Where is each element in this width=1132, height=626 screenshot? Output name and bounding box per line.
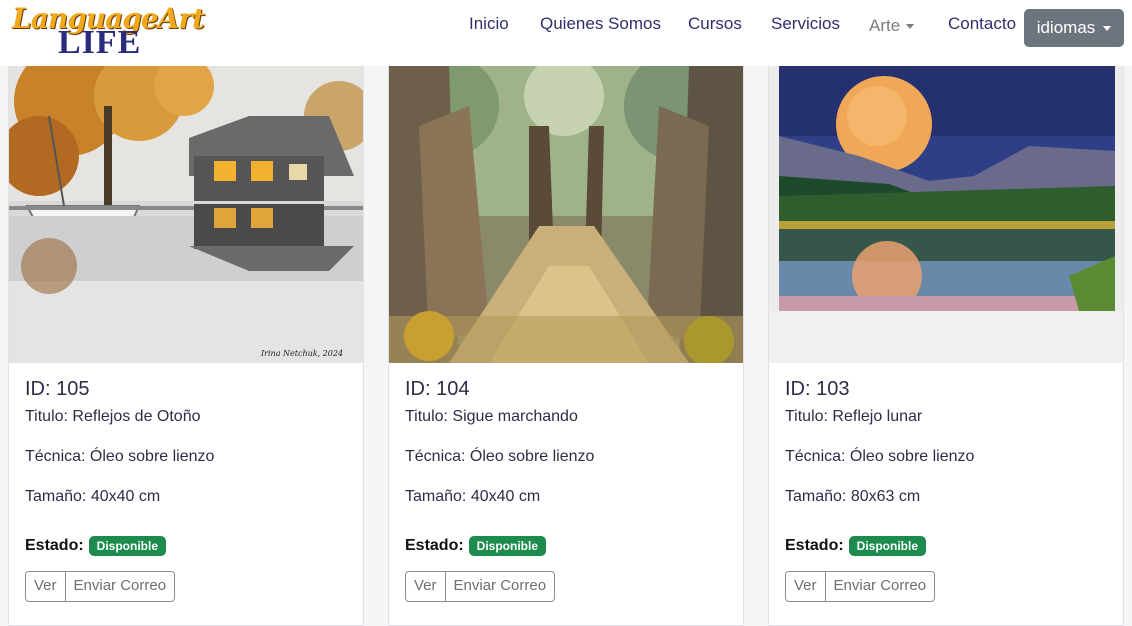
ver-button[interactable]: Ver	[405, 571, 446, 602]
card-tecnica: Técnica: Óleo sobre lienzo	[785, 448, 975, 465]
ver-button[interactable]: Ver	[25, 571, 66, 602]
brand-logo[interactable]: LanguageArt LIFE	[10, 0, 205, 61]
artwork-image-reflejos-de-otono[interactable]: Irina Netchuk, 2024	[9, 66, 363, 363]
nav-inicio[interactable]: Inicio	[469, 14, 509, 34]
enviar-correo-button[interactable]: Enviar Correo	[825, 571, 936, 602]
card-body: ID: 103 Titulo: Reflejo lunar Técnica: Ó…	[785, 376, 1111, 602]
card-body: ID: 105 Titulo: Reflejos de Otoño Técnic…	[25, 376, 351, 602]
card-id: ID: 104	[405, 378, 470, 400]
card-tecnica: Técnica: Óleo sobre lienzo	[405, 448, 595, 465]
enviar-correo-button[interactable]: Enviar Correo	[445, 571, 556, 602]
estado-label: Estado:	[405, 537, 464, 554]
card-titulo: Titulo: Sigue marchando	[405, 408, 578, 425]
card-titulo: Titulo: Reflejo lunar	[785, 408, 923, 425]
artwork-image-reflejo-lunar[interactable]	[769, 66, 1123, 363]
status-badge: Disponible	[848, 536, 927, 556]
estado-label: Estado:	[25, 537, 84, 554]
card-body: ID: 104 Titulo: Sigue marchando Técnica:…	[405, 376, 731, 602]
nav-quienes-somos[interactable]: Quienes Somos	[540, 14, 661, 34]
card-tamano: Tamaño: 40x40 cm	[25, 488, 161, 505]
card-estado: Estado: Disponible	[405, 528, 731, 564]
idiomas-label: idiomas	[1036, 18, 1096, 37]
card-estado: Estado: Disponible	[25, 528, 351, 564]
artwork-card-105: Irina Netchuk, 2024 ID: 105 Titulo: Refl…	[8, 66, 364, 626]
card-titulo: Titulo: Reflejos de Otoño	[25, 408, 201, 425]
caret-down-icon	[1103, 25, 1112, 31]
card-actions: Ver Enviar Correo	[405, 571, 731, 602]
navbar: LanguageArt LIFE Inicio Quienes Somos Cu…	[0, 0, 1132, 66]
status-badge: Disponible	[88, 536, 167, 556]
nav-cursos[interactable]: Cursos	[688, 14, 742, 34]
artwork-card-103: ID: 103 Titulo: Reflejo lunar Técnica: Ó…	[768, 66, 1124, 626]
enviar-correo-button[interactable]: Enviar Correo	[65, 571, 176, 602]
caret-down-icon	[906, 24, 915, 30]
card-tecnica: Técnica: Óleo sobre lienzo	[25, 448, 215, 465]
status-badge: Disponible	[468, 536, 547, 556]
card-actions: Ver Enviar Correo	[785, 571, 1111, 602]
nav-arte-dropdown[interactable]: Arte	[869, 16, 915, 36]
artwork-card-104: ID: 104 Titulo: Sigue marchando Técnica:…	[388, 66, 744, 626]
card-tamano: Tamaño: 40x40 cm	[405, 488, 541, 505]
brand-logo-line2: LIFE	[58, 24, 142, 61]
card-estado: Estado: Disponible	[785, 528, 1111, 564]
estado-label: Estado:	[785, 537, 844, 554]
ver-button[interactable]: Ver	[785, 571, 826, 602]
card-actions: Ver Enviar Correo	[25, 571, 351, 602]
card-tamano: Tamaño: 80x63 cm	[785, 488, 921, 505]
artwork-signature: Irina Netchuk, 2024	[260, 349, 343, 358]
idiomas-dropdown-button[interactable]: idiomas	[1024, 9, 1124, 47]
card-id: ID: 103	[785, 378, 850, 400]
artwork-image-sigue-marchando[interactable]	[389, 66, 743, 363]
nav-servicios[interactable]: Servicios	[771, 14, 840, 34]
card-id: ID: 105	[25, 378, 90, 400]
nav-arte-label: Arte	[869, 16, 901, 35]
nav-contacto[interactable]: Contacto	[948, 14, 1016, 34]
